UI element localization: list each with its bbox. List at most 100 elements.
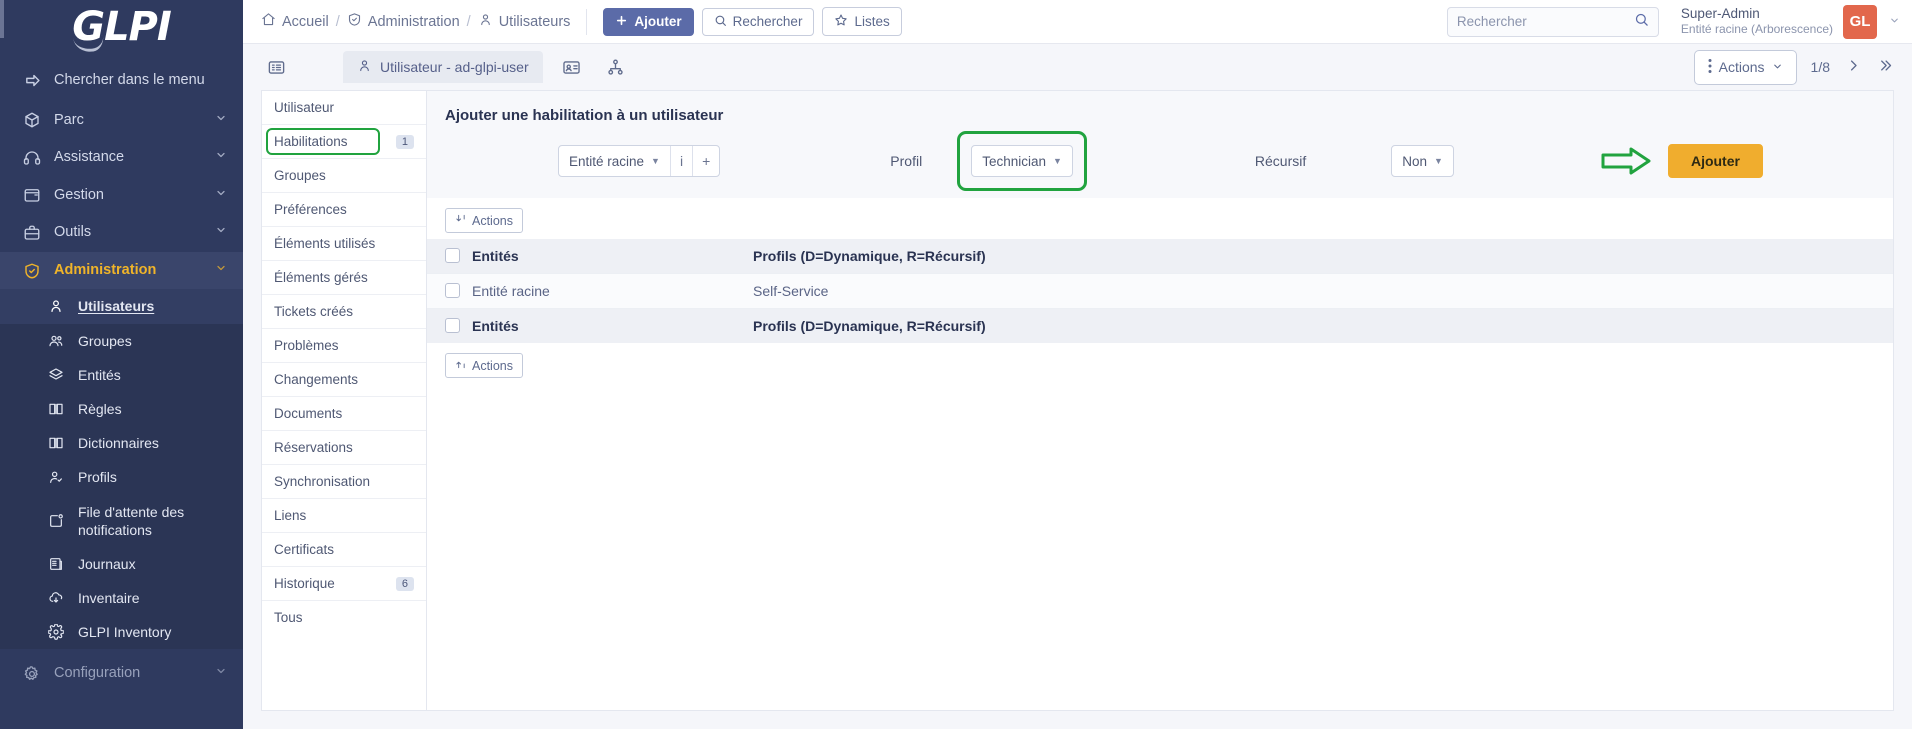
badge: 1 bbox=[395, 134, 414, 149]
footer-profils: Profils (D=Dynamique, R=Récursif) bbox=[745, 308, 1893, 343]
sidebar-item-parc[interactable]: Parc bbox=[0, 102, 243, 140]
user-entity: Entité racine (Arborescence) bbox=[1680, 22, 1833, 37]
logo-text: GLPI bbox=[72, 4, 172, 50]
list-item-historique[interactable]: Historique 6 bbox=[262, 567, 426, 601]
entity-select[interactable]: Entité racine ▼ i + bbox=[558, 145, 721, 177]
user-icon bbox=[357, 58, 372, 76]
footer-entites: Entités bbox=[427, 308, 745, 343]
profil-select-value-wrap: Technician ▼ bbox=[972, 154, 1072, 169]
add-button[interactable]: Ajouter bbox=[603, 7, 694, 36]
table-footer-row: Entités Profils (D=Dynamique, R=Récursif… bbox=[427, 308, 1893, 343]
lists-button[interactable]: Listes bbox=[822, 7, 902, 36]
sidebar-item-administration[interactable]: Administration bbox=[0, 251, 243, 290]
entity-select-value-wrap: Entité racine ▼ bbox=[559, 154, 670, 169]
sidebar-item-profils[interactable]: Profils bbox=[0, 460, 243, 494]
user-menu[interactable]: Super-Admin Entité racine (Arborescence)… bbox=[1680, 4, 1904, 39]
row-checkbox[interactable] bbox=[445, 283, 460, 298]
plus-icon[interactable]: + bbox=[692, 146, 719, 176]
table-row[interactable]: Entité racine Self-Service bbox=[427, 273, 1893, 309]
global-search-input[interactable] bbox=[1456, 14, 1634, 29]
sidebar-item-configuration[interactable]: Configuration bbox=[0, 655, 243, 693]
list-item[interactable]: Documents bbox=[262, 397, 426, 431]
search-icon[interactable] bbox=[1634, 12, 1649, 32]
sidebar-search-menu[interactable]: Chercher dans le menu bbox=[0, 60, 243, 102]
actions-button[interactable]: Actions bbox=[1693, 49, 1797, 85]
select-all-checkbox[interactable] bbox=[445, 248, 460, 263]
content-area: Utilisateur Habilitations 1 Groupes Préf… bbox=[243, 90, 1912, 729]
arrow-up-icon bbox=[455, 358, 466, 373]
list-item[interactable]: Synchronisation bbox=[262, 465, 426, 499]
list-item[interactable]: Utilisateur bbox=[262, 91, 426, 125]
actions-bottom-button[interactable]: Actions bbox=[445, 353, 523, 378]
sidebar-item-dictionnaires[interactable]: Dictionnaires bbox=[0, 426, 243, 460]
header-profils: Profils (D=Dynamique, R=Récursif) bbox=[745, 239, 1893, 274]
sidebar-item-journaux[interactable]: Journaux bbox=[0, 547, 243, 581]
list-item[interactable]: Tickets créés bbox=[262, 295, 426, 329]
sidebar-item-groupes[interactable]: Groupes bbox=[0, 324, 243, 358]
chevron-down-icon[interactable] bbox=[1889, 15, 1900, 29]
list-item[interactable]: Groupes bbox=[262, 159, 426, 193]
left-tab-label: Documents bbox=[274, 406, 343, 421]
sidebar-subitem-label: Journaux bbox=[78, 555, 136, 572]
info-icon[interactable]: i bbox=[669, 146, 692, 176]
breadcrumb-item-utilisateurs[interactable]: Utilisateurs bbox=[478, 12, 570, 31]
green-arrow-annotation bbox=[1600, 146, 1654, 176]
toggle-list-icon[interactable] bbox=[261, 54, 291, 80]
list-item[interactable]: Liens bbox=[262, 499, 426, 533]
cell-profile[interactable]: Self-Service bbox=[745, 273, 1893, 309]
contact-card-icon[interactable] bbox=[557, 54, 587, 80]
list-item[interactable]: Problèmes bbox=[262, 329, 426, 363]
topbar-right: Super-Admin Entité racine (Arborescence)… bbox=[1446, 4, 1904, 39]
search-button[interactable]: Rechercher bbox=[701, 7, 815, 36]
dots-vertical-icon bbox=[1708, 58, 1712, 77]
sidebar-item-inventaire[interactable]: Inventaire bbox=[0, 581, 243, 615]
sidebar-item-regles[interactable]: Règles bbox=[0, 392, 243, 426]
notification-icon bbox=[46, 513, 66, 529]
actions-top-button[interactable]: Actions bbox=[445, 208, 523, 233]
last-page-icon[interactable] bbox=[1877, 58, 1894, 76]
list-item-habilitations[interactable]: Habilitations 1 bbox=[262, 125, 426, 159]
list-item[interactable]: Réservations bbox=[262, 431, 426, 465]
sidebar-item-label: Parc bbox=[54, 111, 84, 128]
sidebar-item-gestion[interactable]: Gestion bbox=[0, 177, 243, 215]
breadcrumb-item-accueil[interactable]: Accueil bbox=[261, 12, 329, 31]
chevron-down-icon bbox=[215, 186, 227, 206]
sidebar-item-assistance[interactable]: Assistance bbox=[0, 139, 243, 177]
list-item[interactable]: Certificats bbox=[262, 533, 426, 567]
hierarchy-icon[interactable] bbox=[601, 54, 631, 80]
sidebar-item-glpi-inventory[interactable]: GLPI Inventory bbox=[0, 615, 243, 649]
list-item[interactable]: Changements bbox=[262, 363, 426, 397]
sidebar-item-outils[interactable]: Outils bbox=[0, 214, 243, 252]
profil-select-value: Technician bbox=[982, 153, 1046, 169]
breadcrumb: Accueil / Administration / Utilisateurs bbox=[261, 12, 570, 31]
profil-select[interactable]: Technician ▼ bbox=[971, 145, 1073, 177]
sidebar-item-file-attente-notifications[interactable]: File d'attente des notifications bbox=[0, 495, 243, 547]
briefcase-icon bbox=[22, 224, 42, 242]
list-item[interactable]: Éléments gérés bbox=[262, 261, 426, 295]
main-area: Accueil / Administration / Utilisateurs bbox=[243, 0, 1912, 729]
sidebar-subitem-label: Règles bbox=[78, 400, 122, 417]
select-all-checkbox-bottom[interactable] bbox=[445, 318, 460, 333]
global-search-box[interactable] bbox=[1446, 6, 1659, 37]
star-icon bbox=[834, 13, 848, 30]
tab-utilisateur[interactable]: Utilisateur - ad-glpi-user bbox=[343, 51, 543, 83]
header-entites: Entités bbox=[427, 239, 745, 274]
breadcrumb-separator: / bbox=[335, 13, 340, 30]
submit-add-button[interactable]: Ajouter bbox=[1667, 144, 1763, 178]
home-icon bbox=[261, 12, 276, 31]
sidebar-item-utilisateurs[interactable]: Utilisateurs bbox=[0, 289, 243, 324]
list-item[interactable]: Éléments utilisés bbox=[262, 227, 426, 261]
gear-icon bbox=[22, 665, 42, 683]
avatar[interactable]: GL bbox=[1843, 4, 1877, 39]
next-page-icon[interactable] bbox=[1846, 58, 1861, 76]
user-icon bbox=[478, 12, 493, 31]
recursif-select[interactable]: Non ▼ bbox=[1391, 145, 1454, 177]
sidebar-item-entites[interactable]: Entités bbox=[0, 358, 243, 392]
left-tab-label: Synchronisation bbox=[274, 474, 371, 489]
glpi-logo[interactable]: GLPI bbox=[0, 0, 243, 54]
list-item[interactable]: Tous bbox=[262, 601, 426, 634]
list-item[interactable]: Préférences bbox=[262, 193, 426, 227]
breadcrumb-item-administration[interactable]: Administration bbox=[347, 12, 460, 31]
arrow-right-icon bbox=[22, 72, 42, 89]
sidebar-subitem-label: Utilisateurs bbox=[78, 298, 155, 315]
